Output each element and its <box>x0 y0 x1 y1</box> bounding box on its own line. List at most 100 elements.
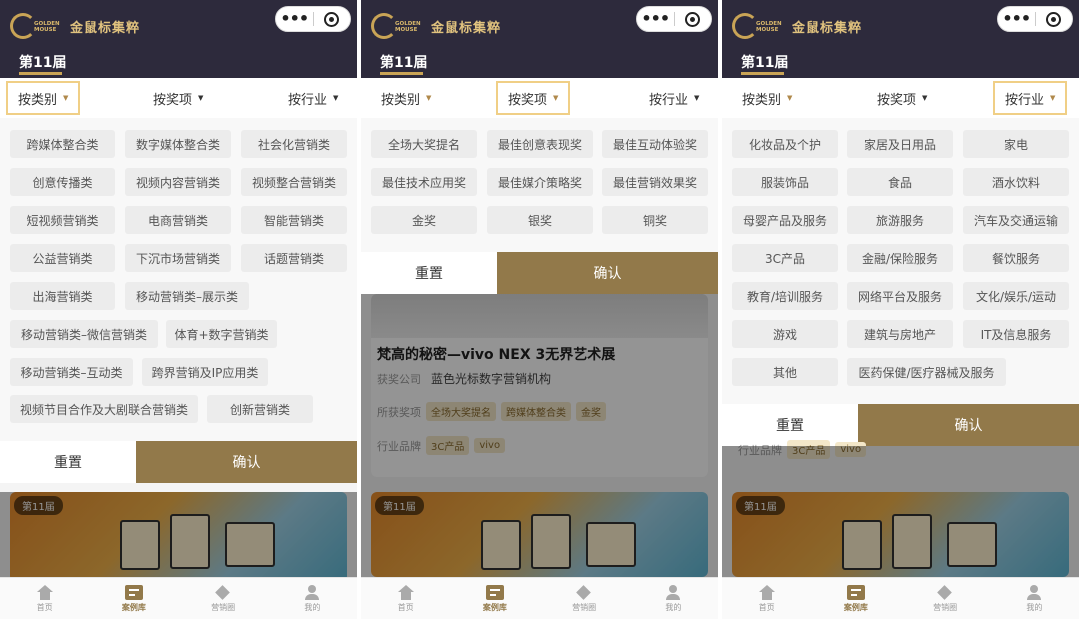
tab-mine[interactable]: 我的 <box>268 578 357 619</box>
option-chip[interactable]: 公益营销类 <box>10 244 115 272</box>
filter-industry[interactable]: 按行业 ▼ <box>639 81 709 115</box>
more-menu-icon[interactable]: ••• <box>998 9 1035 29</box>
tab-cases[interactable]: 案例库 <box>89 578 178 619</box>
option-chip[interactable]: 化妆品及个护 <box>732 130 838 158</box>
app-header: GOLDEN MOUSE 金鼠标集粹 ••• 第11届 <box>361 0 718 78</box>
close-miniprogram-icon[interactable] <box>313 11 350 27</box>
option-chip[interactable]: 医药保健/医疗器械及服务 <box>847 358 1006 386</box>
reset-button[interactable]: 重置 <box>0 441 136 483</box>
option-chip[interactable]: 其他 <box>732 358 838 386</box>
option-chip[interactable]: 家居及日用品 <box>847 130 953 158</box>
tab-home[interactable]: 首页 <box>722 578 811 619</box>
tab-mine[interactable]: 我的 <box>990 578 1079 619</box>
case-library-icon <box>846 584 865 600</box>
filter-industry[interactable]: 按行业 ▼ <box>278 81 348 115</box>
more-menu-icon[interactable]: ••• <box>637 9 674 29</box>
case-library-icon <box>485 584 504 600</box>
option-chip[interactable]: 视频内容营销类 <box>125 168 231 196</box>
filter-category[interactable]: 按类别 ▼ <box>371 81 441 115</box>
option-chip[interactable]: 最佳技术应用奖 <box>371 168 477 196</box>
option-chip[interactable]: IT及信息服务 <box>963 320 1069 348</box>
option-chip[interactable]: 社会化营销类 <box>241 130 347 158</box>
option-chip[interactable]: 旅游服务 <box>847 206 953 234</box>
confirm-button[interactable]: 确认 <box>858 404 1079 446</box>
option-chip[interactable]: 电商营销类 <box>125 206 231 234</box>
tab-cases[interactable]: 案例库 <box>811 578 900 619</box>
option-chip[interactable]: 话题营销类 <box>241 244 347 272</box>
more-menu-icon[interactable]: ••• <box>276 9 313 29</box>
option-chip[interactable]: 铜奖 <box>602 206 708 234</box>
option-chip[interactable]: 短视频营销类 <box>10 206 115 234</box>
dim-overlay[interactable] <box>0 492 357 577</box>
filter-award[interactable]: 按奖项 ▼ <box>143 81 213 115</box>
filter-industry[interactable]: 按行业 ▼ <box>993 81 1068 115</box>
session-tab[interactable]: 第11届 <box>380 52 427 72</box>
close-miniprogram-icon[interactable] <box>674 11 711 27</box>
option-chip[interactable]: 酒水饮料 <box>963 168 1069 196</box>
option-chip[interactable]: 智能营销类 <box>241 206 347 234</box>
option-chip[interactable]: 创新营销类 <box>207 395 313 423</box>
filter-category[interactable]: 按类别 ▼ <box>6 81 81 115</box>
option-chip[interactable]: 银奖 <box>487 206 593 234</box>
confirm-button[interactable]: 确认 <box>497 252 718 294</box>
option-chip[interactable]: 视频整合营销类 <box>241 168 347 196</box>
option-chip[interactable]: 教育/培训服务 <box>732 282 838 310</box>
option-chip[interactable]: 金奖 <box>371 206 477 234</box>
option-chip[interactable]: 最佳创意表现奖 <box>487 130 593 158</box>
option-chip[interactable]: 跨界营销及IP应用类 <box>142 358 268 386</box>
tab-mine[interactable]: 我的 <box>629 578 718 619</box>
session-tab[interactable]: 第11届 <box>19 52 66 72</box>
tab-home[interactable]: 首页 <box>361 578 450 619</box>
option-chip[interactable]: 家电 <box>963 130 1069 158</box>
cube-icon <box>936 585 954 600</box>
close-miniprogram-icon[interactable] <box>1035 11 1072 27</box>
option-chip[interactable]: 母婴产品及服务 <box>732 206 838 234</box>
tab-circle[interactable]: 营销圈 <box>179 578 268 619</box>
option-chip[interactable]: 建筑与房地产 <box>847 320 953 348</box>
tab-cases[interactable]: 案例库 <box>450 578 539 619</box>
tab-circle[interactable]: 营销圈 <box>540 578 629 619</box>
option-chip[interactable]: 出海营销类 <box>10 282 115 310</box>
filter-award[interactable]: 按奖项 ▼ <box>496 81 571 115</box>
caret-down-icon: ▼ <box>694 94 700 102</box>
option-chip[interactable]: 创意传播类 <box>10 168 115 196</box>
option-chip[interactable]: 移动营销类–展示类 <box>125 282 249 310</box>
option-chip[interactable]: 最佳营销效果奖 <box>602 168 708 196</box>
filter-category[interactable]: 按类别 ▼ <box>732 81 802 115</box>
option-chip[interactable]: 服装饰品 <box>732 168 838 196</box>
option-chip[interactable]: 跨媒体整合类 <box>10 130 115 158</box>
reset-button[interactable]: 重置 <box>361 252 497 294</box>
option-chip[interactable]: 金融/保险服务 <box>847 244 953 272</box>
tab-home[interactable]: 首页 <box>0 578 89 619</box>
caret-down-icon: ▼ <box>787 94 793 102</box>
option-chip[interactable]: 最佳媒介策略奖 <box>487 168 593 196</box>
tab-circle[interactable]: 营销圈 <box>901 578 990 619</box>
logo-text: GOLDEN MOUSE <box>756 21 782 33</box>
session-tab[interactable]: 第11届 <box>741 52 788 72</box>
option-chip[interactable]: 文化/娱乐/运动 <box>963 282 1069 310</box>
confirm-button[interactable]: 确认 <box>136 441 357 483</box>
option-chip[interactable]: 移动营销类–微信营销类 <box>10 320 158 348</box>
user-icon <box>303 584 321 600</box>
option-chip[interactable]: 3C产品 <box>732 244 838 272</box>
filter-award[interactable]: 按奖项 ▼ <box>867 81 937 115</box>
dim-overlay[interactable] <box>361 294 718 577</box>
option-chip[interactable]: 视频节目合作及大剧联合营销类 <box>10 395 198 423</box>
user-icon <box>1025 584 1043 600</box>
option-chip[interactable]: 全场大奖提名 <box>371 130 477 158</box>
option-chip[interactable]: 网络平台及服务 <box>847 282 953 310</box>
option-chip[interactable]: 食品 <box>847 168 953 196</box>
session-tab-indicator <box>741 72 784 75</box>
option-chip[interactable]: 游戏 <box>732 320 838 348</box>
option-chip[interactable]: 最佳互动体验奖 <box>602 130 708 158</box>
option-chip[interactable]: 下沉市场营销类 <box>125 244 231 272</box>
option-chip[interactable]: 餐饮服务 <box>963 244 1069 272</box>
option-chip[interactable]: 汽车及交通运输 <box>963 206 1069 234</box>
dim-overlay[interactable] <box>722 446 1079 577</box>
option-chip[interactable]: 数字媒体整合类 <box>125 130 231 158</box>
option-chip[interactable]: 移动营销类–互动类 <box>10 358 133 386</box>
award-options-panel: 全场大奖提名 最佳创意表现奖 最佳互动体验奖 最佳技术应用奖 最佳媒介策略奖 最… <box>361 118 718 252</box>
miniprogram-capsule: ••• <box>997 6 1073 32</box>
option-chip[interactable]: 体育+数字营销类 <box>166 320 277 348</box>
golden-mouse-logo: GOLDEN MOUSE 金鼠标集粹 <box>10 11 140 41</box>
